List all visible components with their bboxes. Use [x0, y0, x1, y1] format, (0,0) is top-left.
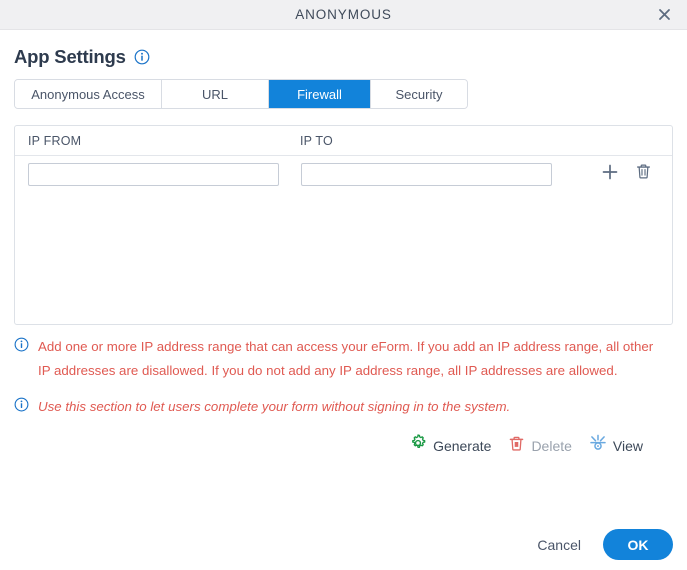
table-header-row: IP FROM IP TO	[15, 126, 672, 156]
view-icon	[589, 434, 607, 457]
info-icon	[14, 337, 29, 352]
trash-icon	[635, 163, 652, 185]
delete-row-button[interactable]	[634, 163, 652, 185]
view-button[interactable]: View	[589, 434, 643, 457]
ip-to-input[interactable]	[301, 162, 552, 186]
action-row: Generate Delete View	[14, 434, 673, 457]
help-block-secondary: Use this section to let users complete y…	[14, 395, 673, 419]
delete-label: Delete	[531, 437, 572, 454]
generate-button[interactable]: Generate	[409, 434, 491, 457]
generate-label: Generate	[433, 437, 492, 454]
dialog-content: App Settings Anonymous Access URL Firewa…	[0, 46, 687, 457]
close-icon	[657, 7, 672, 22]
tab-security[interactable]: Security	[371, 80, 467, 108]
plus-icon	[601, 163, 619, 186]
info-icon	[14, 397, 29, 412]
column-header-ip-to: IP TO	[300, 133, 333, 148]
info-icon[interactable]	[134, 49, 150, 65]
tab-anonymous-access[interactable]: Anonymous Access	[15, 80, 162, 108]
tab-label: Anonymous Access	[31, 86, 145, 102]
ok-button[interactable]: OK	[603, 529, 673, 560]
row-action-group	[601, 163, 652, 186]
help-text-secondary: Use this section to let users complete y…	[38, 399, 511, 414]
tab-firewall[interactable]: Firewall	[269, 80, 371, 108]
tab-label: URL	[201, 86, 228, 102]
tab-label: Firewall	[297, 86, 342, 102]
window-title: ANONYMOUS	[295, 7, 392, 22]
help-text-primary: Add one or more IP address range that ca…	[38, 339, 654, 378]
help-block-primary: Add one or more IP address range that ca…	[14, 335, 673, 383]
delete-button[interactable]: Delete	[508, 435, 572, 457]
gear-icon	[409, 434, 427, 457]
ip-range-table: IP FROM IP TO	[14, 125, 673, 325]
page-title: App Settings	[14, 46, 126, 67]
window-titlebar: ANONYMOUS	[0, 0, 687, 30]
add-row-button[interactable]	[601, 163, 619, 186]
trash-icon	[508, 435, 525, 457]
settings-tabs: Anonymous Access URL Firewall Security	[14, 79, 468, 109]
cancel-button[interactable]: Cancel	[529, 531, 589, 559]
page-title-row: App Settings	[14, 46, 673, 68]
tab-url[interactable]: URL	[162, 80, 269, 108]
table-row	[15, 156, 672, 192]
ip-from-input[interactable]	[28, 162, 279, 186]
view-label: View	[612, 437, 643, 454]
dialog-footer: Cancel OK	[529, 529, 673, 560]
tab-label: Security	[395, 86, 443, 102]
close-button[interactable]	[649, 0, 679, 29]
column-header-ip-from: IP FROM	[28, 133, 82, 148]
